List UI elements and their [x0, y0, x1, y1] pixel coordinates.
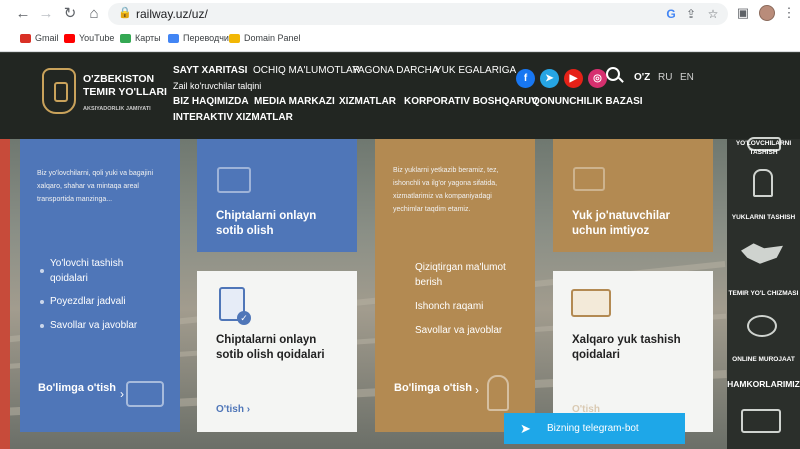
domain-panel-icon: [229, 33, 240, 43]
lang-en[interactable]: EN: [680, 72, 694, 83]
passengers-link-rules[interactable]: Yo'lovchi tashish qoidalari: [40, 256, 170, 286]
truck-icon[interactable]: [741, 409, 781, 433]
translate-icon: [168, 33, 179, 43]
sidebar-rail-map[interactable]: TEMIR YO'L CHIZMASI: [727, 289, 800, 298]
document-percent-icon: [573, 167, 605, 191]
arrow-right-icon: ›: [246, 404, 251, 415]
menu-media[interactable]: MEDIA MARKAZI: [254, 96, 335, 107]
telegram-plane-icon: ➤: [520, 421, 531, 436]
check-icon: ✓: [237, 311, 251, 325]
cargo-link-info[interactable]: Qiziqtirgan ma'lumot berish: [415, 260, 525, 290]
nav-open-data[interactable]: OCHIQ MA'LUMOTLAR: [253, 65, 360, 76]
sidebar-toggle-icon[interactable]: ▣: [735, 5, 751, 21]
bookmark-domain-panel[interactable]: Domain Panel: [229, 33, 301, 43]
tickets-online-title: Chiptalarni onlayn sotib olish: [216, 210, 317, 237]
forward-icon[interactable]: →: [37, 5, 55, 23]
site-header: O'ZBEKISTON TEMIR YO'LLARI AKSIYADORLIK …: [0, 53, 800, 139]
telegram-icon[interactable]: ➤: [540, 69, 559, 88]
bullet-icon: [40, 269, 44, 273]
bus-icon: [126, 381, 164, 407]
cargo-link-faq[interactable]: Savollar va javoblar: [415, 325, 502, 336]
locomotive-icon[interactable]: [753, 169, 773, 197]
sidebar-partners[interactable]: HAMKORLARIMIZ: [727, 379, 800, 390]
shippers-benefits-title: Yuk jo'natuvchilar uchun imtiyoz: [572, 210, 670, 237]
back-icon[interactable]: ←: [14, 5, 32, 23]
laptop-icon: [217, 167, 251, 193]
logo-subtitle: AKSIYADORLIK JAMIYATI: [83, 106, 151, 112]
passengers-link-faq[interactable]: Savollar va javoblar: [40, 320, 137, 331]
arrow-right-icon[interactable]: ›: [120, 387, 124, 401]
locomotive-front-icon: [487, 375, 509, 411]
menu-services[interactable]: XIZMATLAR: [339, 96, 396, 107]
bookmark-youtube[interactable]: YouTube: [64, 33, 114, 43]
reload-icon[interactable]: ↻: [61, 5, 79, 23]
instagram-icon[interactable]: ◎: [588, 69, 607, 88]
home-icon[interactable]: ⌂: [85, 5, 103, 23]
freight-wagon-icon: [571, 289, 611, 317]
facebook-icon[interactable]: f: [516, 69, 535, 88]
sidebar-passengers[interactable]: YO'LOVCHILARNI TASHISH: [727, 139, 800, 157]
lang-uz[interactable]: O'Z: [634, 72, 650, 83]
bullet-icon: [40, 299, 44, 304]
bookmark-translate[interactable]: Переводчик: [168, 33, 233, 43]
passengers-more-link[interactable]: Bo'limga o'tish: [38, 379, 118, 397]
share-icon[interactable]: ⇪: [684, 7, 698, 21]
cargo-intro: Biz yuklarni yetkazib beramiz, tez, isho…: [393, 167, 499, 213]
map-icon[interactable]: [741, 243, 783, 264]
international-cargo-title: Xalqaro yuk tashish qoidalari: [572, 334, 681, 361]
sidebar-online-appeal[interactable]: ONLINE MUROJAAT: [727, 355, 800, 364]
menu-dots-icon[interactable]: ⋮: [781, 5, 797, 21]
lang-ru[interactable]: RU: [658, 72, 672, 83]
passengers-card[interactable]: Biz yo'lovchilarni, qoli yuki va bagajin…: [20, 139, 180, 432]
bookmark-maps[interactable]: Карты: [120, 33, 161, 43]
logo-emblem-icon[interactable]: [42, 68, 76, 114]
chat-icon[interactable]: [747, 315, 777, 337]
sidebar-cargo[interactable]: YUKLARNI TASHISH: [727, 213, 800, 222]
youtube-bookmark-icon: [64, 33, 75, 43]
cargo-card[interactable]: Biz yuklarni yetkazib beramiz, tez, isho…: [375, 139, 535, 432]
nav-sitemap[interactable]: SAYT XARITASI: [173, 65, 247, 76]
bullet-icon: [40, 323, 44, 328]
google-icon[interactable]: G: [664, 7, 678, 21]
browser-toolbar: ← → ↻ ⌂ 🔒 railway.uz/uz/ G ⇪ ☆ ▣ ⋮: [0, 0, 800, 28]
url-text: railway.uz/uz/: [136, 7, 208, 21]
telegram-bot-bar[interactable]: ➤ Bizning telegram-bot: [504, 413, 685, 444]
maps-icon: [120, 33, 131, 43]
shippers-benefits-card[interactable]: Yuk jo'natuvchilar uchun imtiyoz: [553, 139, 713, 252]
quick-access-sidebar: YO'LOVCHILARNI TASHISH YUKLARNI TASHISH …: [727, 137, 800, 449]
nav-cargo-owners[interactable]: YUK EGALARIGA: [435, 65, 516, 76]
tickets-rules-more[interactable]: O'tish ›: [216, 404, 250, 415]
menu-interactive[interactable]: INTERAKTIV XIZMATLAR: [173, 112, 293, 123]
menu-corporate[interactable]: KORPORATIV BOSHQARUV: [404, 96, 538, 107]
passengers-link-schedule[interactable]: Poyezdlar jadvali: [40, 296, 126, 307]
bookmark-gmail[interactable]: Gmail: [20, 33, 59, 43]
tickets-rules-title: Chiptalarni onlayn sotib olish qoidalari: [216, 334, 325, 361]
telegram-bot-label: Bizning telegram-bot: [547, 423, 639, 434]
nav-accessibility[interactable]: Zail ko'ruvchilar talqini: [173, 81, 261, 91]
gmail-icon: [20, 33, 31, 43]
bookmark-star-icon[interactable]: ☆: [706, 7, 720, 21]
profile-avatar[interactable]: [759, 5, 775, 21]
lock-icon: 🔒: [118, 7, 132, 19]
cargo-more-link[interactable]: Bo'limga o'tish: [394, 379, 474, 397]
bookmarks-bar: Gmail YouTube Карты Переводчик Domain Pa…: [0, 28, 800, 52]
passengers-intro: Biz yo'lovchilarni, qoli yuki va bagajin…: [37, 170, 154, 203]
tickets-online-card[interactable]: Chiptalarni onlayn sotib olish: [197, 139, 357, 252]
menu-legislation[interactable]: QONUNCHILIK BAZASI: [532, 96, 643, 107]
arrow-right-icon[interactable]: ›: [475, 383, 479, 397]
tickets-rules-card[interactable]: ✓ Chiptalarni onlayn sotib olish qoidala…: [197, 271, 357, 432]
international-cargo-card[interactable]: Xalqaro yuk tashish qoidalari O'tish: [553, 271, 713, 432]
cargo-link-hotline[interactable]: Ishonch raqami: [415, 301, 483, 312]
logo-title[interactable]: O'ZBEKISTON TEMIR YO'LLARI: [83, 73, 183, 99]
edge-accent: [0, 139, 10, 449]
search-icon[interactable]: [606, 67, 620, 81]
menu-about[interactable]: BIZ HAQIMIZDA: [173, 96, 249, 107]
youtube-icon[interactable]: ▶: [564, 69, 583, 88]
nav-single-window[interactable]: YAGONA DARCHA: [352, 65, 439, 76]
address-bar[interactable]: 🔒 railway.uz/uz/ G ⇪ ☆: [108, 3, 728, 25]
